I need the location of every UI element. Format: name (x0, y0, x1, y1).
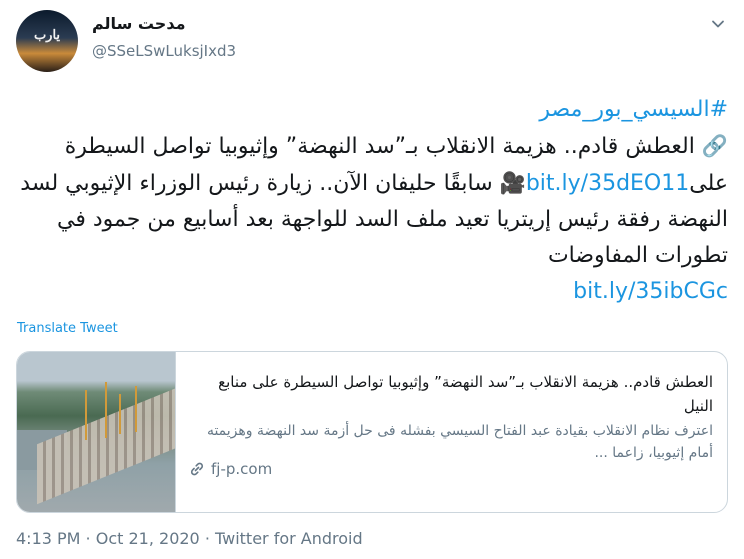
card-title: العطش قادم.. هزيمة الانقلاب بـ”سد النهضة… (218, 373, 713, 415)
card-domain-text: fj-p.com (211, 460, 273, 478)
tweet-text: #السيسي_بور_مصر 🔗 العطش قادم.. هزيمة الا… (16, 92, 728, 310)
short-link-1[interactable]: bit.ly/35dEO11 (526, 171, 689, 196)
translate-tweet-link[interactable]: Translate Tweet (17, 321, 118, 336)
link-preview-card[interactable]: العطش قادم.. هزيمة الانقلاب بـ”سد النهضة… (16, 351, 728, 513)
avatar[interactable]: يارب (16, 10, 78, 72)
short-link-2[interactable]: bit.ly/35ibCGc (573, 279, 728, 304)
card-thumbnail-image (17, 352, 176, 512)
card-domain: fj-p.com (189, 460, 272, 478)
more-options-button[interactable] (708, 14, 728, 34)
card-description: اعترف نظام الانقلاب بقيادة عبد الفتاح ال… (206, 423, 713, 461)
display-name[interactable]: مدحت سالم (92, 14, 185, 33)
movie-camera-icon: 🎥 (499, 171, 526, 195)
link-icon (190, 462, 204, 476)
avatar-text: يارب (33, 28, 61, 43)
user-handle[interactable]: @SSeLSwLuksjIxd3 (92, 42, 236, 60)
tweet-meta: 4:13 PM · Oct 21, 2020 · Twitter for And… (16, 529, 363, 548)
chevron-down-icon (712, 20, 724, 28)
link-icon: 🔗 (701, 134, 728, 158)
hashtag-link[interactable]: #السيسي_بور_مصر (539, 97, 728, 122)
